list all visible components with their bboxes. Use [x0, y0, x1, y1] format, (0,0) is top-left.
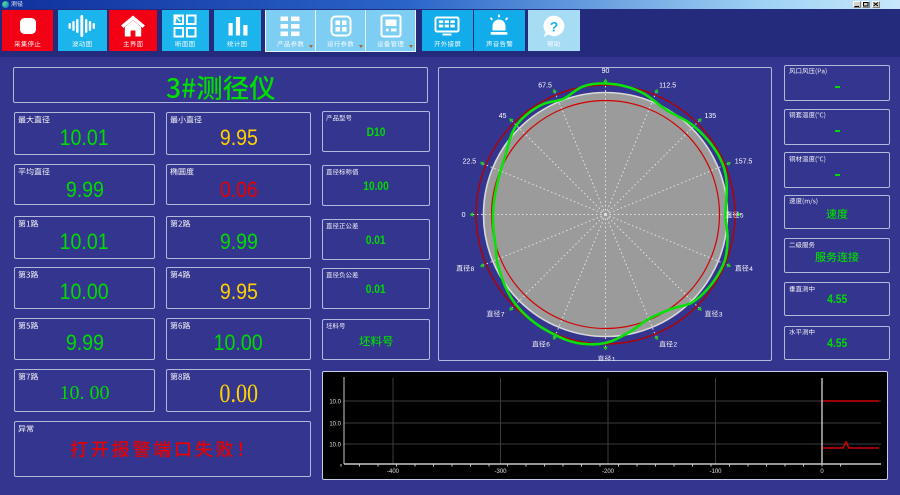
svg-text:2: 2 — [674, 342, 678, 349]
svg-text:4: 4 — [749, 266, 753, 273]
svg-text:67.5: 67.5 — [538, 83, 552, 90]
svg-text:6: 6 — [546, 342, 550, 349]
svg-text:1: 1 — [612, 356, 616, 361]
svg-text:-400: -400 — [387, 469, 400, 475]
svg-text:90: 90 — [602, 68, 610, 75]
svg-text:10.0: 10.0 — [329, 422, 341, 428]
svg-text:8: 8 — [471, 266, 475, 273]
svg-text:157.5: 157.5 — [735, 158, 753, 165]
svg-text:10.0: 10.0 — [329, 443, 341, 449]
svg-text:-200: -200 — [602, 469, 615, 475]
svg-text:10.0: 10.0 — [329, 400, 341, 406]
svg-text:-100: -100 — [709, 469, 722, 475]
svg-text:3: 3 — [719, 311, 723, 318]
svg-text:7: 7 — [501, 311, 505, 318]
svg-text:0: 0 — [462, 212, 466, 219]
svg-text:135: 135 — [705, 113, 717, 120]
svg-text:?: ? — [549, 19, 558, 35]
svg-text:-300: -300 — [494, 469, 507, 475]
svg-text:112.5: 112.5 — [659, 83, 676, 90]
svg-text:5: 5 — [740, 212, 744, 219]
svg-text:45: 45 — [499, 113, 507, 120]
svg-text:0: 0 — [820, 469, 824, 475]
svg-text:22.5: 22.5 — [463, 158, 477, 165]
